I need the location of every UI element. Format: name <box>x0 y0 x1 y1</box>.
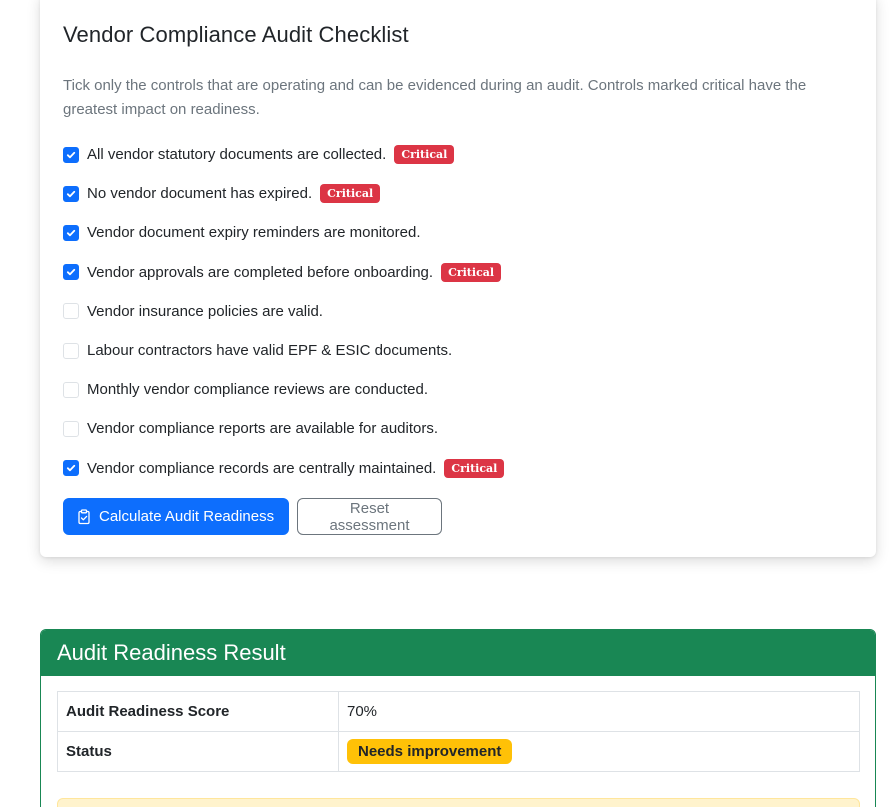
critical-badge: Critical <box>320 184 381 204</box>
result-alert <box>57 798 860 807</box>
checklist-item-label: Vendor compliance reports are available … <box>87 420 439 438</box>
result-card: Audit Readiness Result Audit Readiness S… <box>40 629 876 807</box>
checklist-item-label: No vendor document has expired. <box>87 185 313 203</box>
status-label: Status <box>57 731 339 772</box>
checklist-item[interactable]: Vendor document expiry reminders are mon… <box>63 213 853 252</box>
checklist-item[interactable]: Vendor compliance records are centrally … <box>63 449 853 488</box>
checkbox[interactable] <box>63 420 79 437</box>
table-row: Audit Readiness Score 70% <box>57 691 860 732</box>
checkbox[interactable] <box>63 146 79 163</box>
critical-badge: Critical <box>444 458 505 478</box>
checkbox[interactable] <box>63 303 79 320</box>
checklist-item-label: Monthly vendor compliance reviews are co… <box>87 381 429 399</box>
checklist-title: Vendor Compliance Audit Checklist <box>63 22 409 47</box>
table-row: Status Needs improvement <box>57 731 860 772</box>
checkbox[interactable] <box>63 185 79 202</box>
checklist-item[interactable]: Vendor approvals are completed before on… <box>63 253 853 292</box>
page: Vendor Compliance Audit Checklist Tick o… <box>0 0 893 807</box>
critical-badge: Critical <box>441 262 502 282</box>
score-label: Audit Readiness Score <box>57 691 339 732</box>
checklist-card: Vendor Compliance Audit Checklist Tick o… <box>40 0 876 557</box>
checkmark-icon <box>66 269 76 276</box>
clipboard-check-icon <box>76 508 92 525</box>
result-table: Audit Readiness Score 70% Status Needs i… <box>57 691 860 772</box>
checkmark-icon <box>66 190 76 197</box>
checklist-item-label: Labour contractors have valid EPF & ESIC… <box>87 342 453 360</box>
checklist-item[interactable]: Monthly vendor compliance reviews are co… <box>63 370 853 409</box>
checklist-item[interactable]: Labour contractors have valid EPF & ESIC… <box>63 331 853 370</box>
checklist-item[interactable]: No vendor document has expired. Critical <box>63 174 853 213</box>
status-badge: Needs improvement <box>347 739 513 764</box>
checklist-item-label: Vendor insurance policies are valid. <box>87 302 323 320</box>
calculate-button-label: Calculate Audit Readiness <box>99 508 275 525</box>
calculate-audit-readiness-button[interactable]: Calculate Audit Readiness <box>63 498 289 535</box>
checkbox[interactable] <box>63 460 79 477</box>
checklist-item-label: Vendor compliance records are centrally … <box>87 459 437 477</box>
checklist-item-label: All vendor statutory documents are colle… <box>87 146 387 164</box>
checklist-actions: Calculate Audit Readiness Reset assessme… <box>63 498 442 535</box>
checkmark-icon <box>66 464 76 472</box>
checklist-item-label: Vendor approvals are completed before on… <box>87 263 434 281</box>
checklist-item-label: Vendor document expiry reminders are mon… <box>87 224 421 242</box>
checkbox[interactable] <box>63 224 79 241</box>
checklist-item[interactable]: Vendor compliance reports are available … <box>63 409 853 448</box>
checkmark-icon <box>66 151 76 158</box>
checkbox[interactable] <box>63 342 79 359</box>
checkbox[interactable] <box>63 264 79 281</box>
result-title: Audit Readiness Result <box>41 630 875 676</box>
checklist-items: All vendor statutory documents are colle… <box>63 135 853 488</box>
checklist-item[interactable]: Vendor insurance policies are valid. <box>63 292 853 331</box>
checklist-item[interactable]: All vendor statutory documents are colle… <box>63 135 853 174</box>
score-value: 70% <box>338 691 860 732</box>
checkmark-icon <box>66 229 76 237</box>
status-cell: Needs improvement <box>338 731 860 772</box>
critical-badge: Critical <box>394 145 455 165</box>
checklist-description: Tick only the controls that are operatin… <box>63 77 807 118</box>
checkbox[interactable] <box>63 381 79 398</box>
reset-assessment-button[interactable]: Reset assessment <box>297 498 442 535</box>
